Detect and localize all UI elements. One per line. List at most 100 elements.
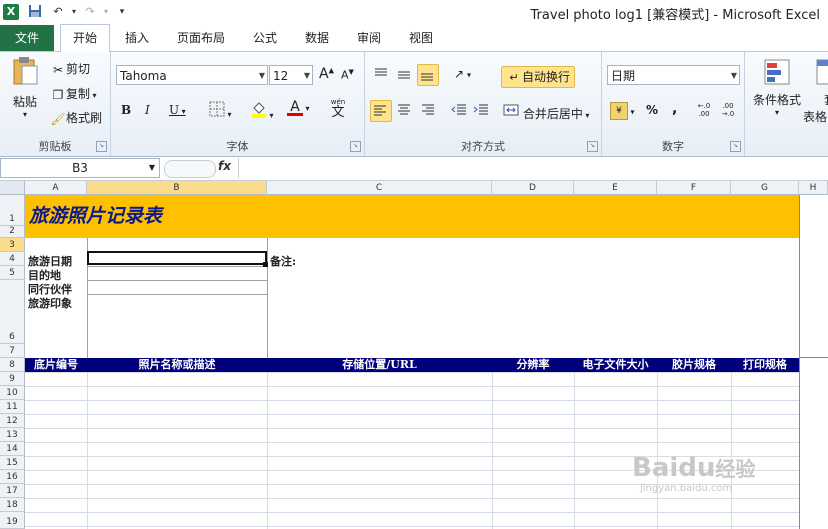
row-header-7[interactable]: 7 [0, 344, 25, 358]
decrease-decimal-button[interactable]: .00 →.0 [720, 102, 736, 118]
formula-input[interactable] [238, 158, 828, 178]
formula-bar-expander[interactable] [164, 160, 216, 178]
align-center-button[interactable] [396, 102, 412, 121]
row-header-13[interactable]: 13 [0, 428, 25, 442]
scissors-icon: ✂ [52, 62, 64, 77]
name-box[interactable]: B3 ▼ [0, 158, 160, 178]
tab-page-layout[interactable]: 页面布局 [170, 25, 232, 51]
column-header-c[interactable]: C [267, 181, 492, 195]
row-number: 3 [9, 240, 15, 250]
row-header-1[interactable]: 1 [0, 195, 25, 226]
column-header-d[interactable]: D [492, 181, 574, 195]
header-storage-location: 存储位置/URL [342, 358, 417, 371]
header-film-spec: 胶片规格 [672, 358, 716, 371]
select-all-corner[interactable] [0, 181, 25, 195]
column-header-e[interactable]: E [574, 181, 657, 195]
row-number: 1 [9, 214, 15, 224]
row-header-19[interactable]: 19 [0, 512, 25, 529]
italic-button[interactable]: I [145, 103, 150, 117]
chevron-down-icon: ▼ [303, 71, 310, 80]
fill-color-button[interactable]: ▾ [251, 100, 274, 121]
column-header-a[interactable]: A [25, 181, 87, 195]
align-right-icon [422, 104, 434, 115]
row-number: 19 [6, 517, 18, 527]
copy-button[interactable]: ❐ 复制 ▾ [50, 85, 97, 103]
row-header-12[interactable]: 12 [0, 414, 25, 428]
row-header-2[interactable]: 2 [0, 226, 25, 238]
increase-decimal-button[interactable]: ←.0.00 [696, 102, 712, 118]
alignment-launcher-icon[interactable]: ↘ [587, 141, 598, 152]
column-header-g[interactable]: G [731, 181, 799, 195]
format-as-table-button[interactable]: 套 表格 [803, 58, 828, 125]
number-launcher-icon[interactable]: ↘ [730, 141, 741, 152]
increase-indent-button[interactable] [473, 102, 489, 121]
row-header-5[interactable]: 5 [0, 266, 25, 280]
number-group: 日期 ▼ ¥ ▾ % , ←.0.00 .00 →.0 数字 ↘ [602, 52, 745, 156]
align-right-button[interactable] [420, 102, 436, 121]
format-painter-button[interactable]: 🖌格式刷 [50, 109, 102, 127]
phonetic-button[interactable]: wén 文 [327, 98, 349, 120]
number-format-value: 日期 [611, 69, 636, 83]
decrease-indent-button[interactable] [451, 102, 467, 121]
borders-button[interactable]: ▾ [209, 101, 232, 120]
clipboard-icon [13, 57, 38, 85]
column-header-b[interactable]: B [87, 181, 267, 195]
accounting-format-button[interactable]: ¥ ▾ [610, 102, 635, 120]
tab-file[interactable]: 文件 [0, 25, 54, 51]
tab-formulas[interactable]: 公式 [244, 25, 286, 51]
selected-cell-b3[interactable] [87, 251, 267, 265]
copy-icon: ❐ [52, 87, 64, 102]
row-header-6[interactable]: 6 [0, 280, 25, 344]
align-bottom-button[interactable] [417, 64, 439, 86]
row-header-10[interactable]: 10 [0, 386, 25, 400]
border-icon [209, 101, 225, 117]
font-name-dropdown[interactable]: Tahoma ▼ [116, 65, 268, 85]
paste-button[interactable]: 粘贴 ▾ [8, 56, 42, 126]
tab-insert[interactable]: 插入 [116, 25, 158, 51]
clipboard-group: 粘贴 ▾ ✂ 剪切 ❐ 复制 ▾ 🖌格式刷 剪贴板 ↘ [0, 52, 111, 156]
tab-review[interactable]: 审阅 [348, 25, 390, 51]
font-launcher-icon[interactable]: ↘ [350, 141, 361, 152]
row-header-11[interactable]: 11 [0, 400, 25, 414]
merge-center-button[interactable]: 合并后居中 ▾ [503, 102, 589, 122]
number-format-dropdown[interactable]: 日期 ▼ [607, 65, 740, 85]
conditional-formatting-button[interactable]: 条件格式 ▾ [749, 58, 805, 117]
bold-button[interactable]: B [121, 103, 131, 117]
font-color-button[interactable]: A ▾ [287, 99, 310, 116]
row-header-16[interactable]: 16 [0, 470, 25, 484]
tab-home[interactable]: 开始 [60, 24, 110, 53]
watermark-url: jingyan.baidu.com [640, 483, 733, 494]
orientation-button[interactable]: ↗ ▾ [451, 66, 471, 82]
align-top-button[interactable] [373, 66, 389, 85]
fill-handle[interactable] [263, 262, 268, 267]
cut-button[interactable]: ✂ 剪切 [50, 60, 90, 78]
format-as-table-label-2: 表格 [803, 110, 828, 124]
clipboard-launcher-icon[interactable]: ↘ [96, 141, 107, 152]
tab-data[interactable]: 数据 [296, 25, 338, 51]
percent-button[interactable]: % [646, 103, 658, 117]
row-header-8[interactable]: 8 [0, 358, 25, 372]
align-middle-button[interactable] [396, 66, 412, 85]
row-header-3[interactable]: 3 [0, 238, 25, 252]
alignment-group: ↗ ▾ ↵ 自动换行 合并后居中 ▾ 对齐方式 ↘ [365, 52, 602, 156]
column-header-h[interactable]: H [799, 181, 828, 195]
wrap-text-icon: ↵ [509, 70, 519, 84]
grow-font-button[interactable]: A▲ [319, 66, 334, 82]
row-header-17[interactable]: 17 [0, 484, 25, 498]
conditional-formatting-label: 条件格式 [752, 93, 801, 107]
row-header-4[interactable]: 4 [0, 252, 25, 266]
tab-view[interactable]: 视图 [400, 25, 442, 51]
align-left-button[interactable] [370, 100, 392, 122]
insert-function-button[interactable]: fx [218, 159, 231, 173]
wrap-text-button[interactable]: ↵ 自动换行 [501, 66, 576, 88]
row-header-14[interactable]: 14 [0, 442, 25, 456]
row-number: 13 [6, 430, 18, 440]
column-header-f[interactable]: F [657, 181, 731, 195]
row-header-15[interactable]: 15 [0, 456, 25, 470]
row-header-18[interactable]: 18 [0, 498, 25, 512]
comma-button[interactable]: , [672, 101, 677, 117]
row-header-9[interactable]: 9 [0, 372, 25, 386]
font-size-dropdown[interactable]: 12 ▼ [269, 65, 313, 85]
underline-button[interactable]: U ▾ [169, 103, 186, 117]
shrink-font-button[interactable]: A▼ [341, 68, 354, 82]
